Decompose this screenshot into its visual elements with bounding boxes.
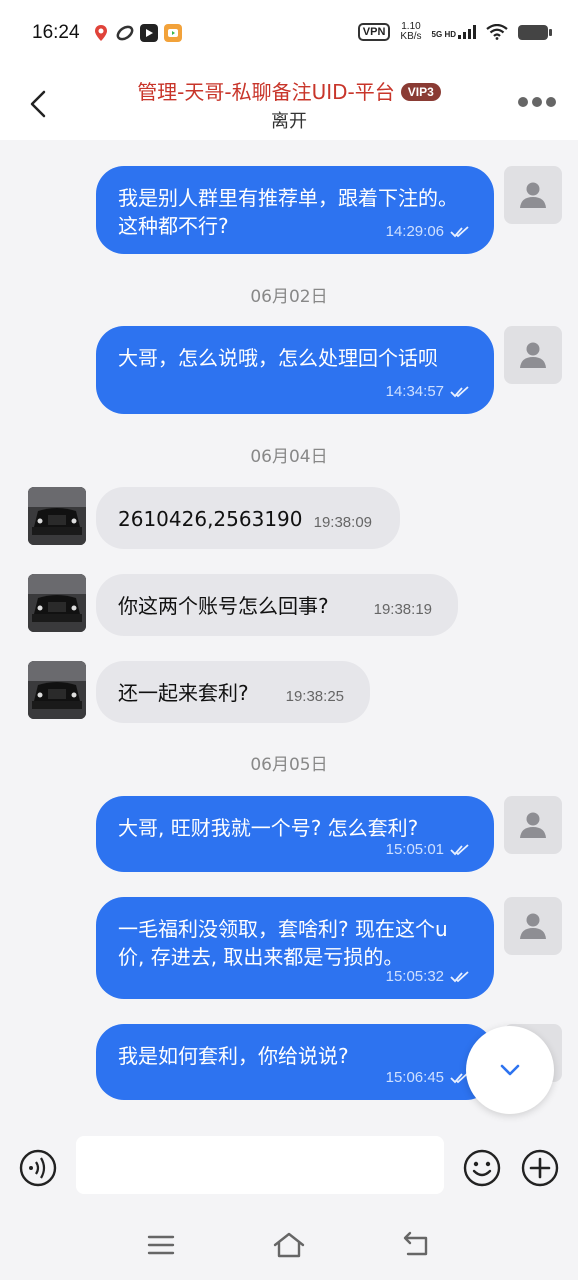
person-icon <box>520 342 546 368</box>
outgoing-message[interactable]: 我是如何套利，你给说说? 15:06:45 <box>96 1024 494 1100</box>
car-photo-icon <box>28 487 86 545</box>
outgoing-message[interactable]: 大哥，怎么说哦，怎么处理回个话呗 14:34:57 <box>96 326 494 414</box>
home-icon <box>273 1232 305 1258</box>
person-icon <box>520 913 546 939</box>
attach-button[interactable] <box>520 1148 560 1188</box>
message-text: 2610426,2563190 <box>118 507 303 531</box>
contact-avatar[interactable] <box>28 661 86 719</box>
wifi-icon <box>486 24 508 40</box>
presence-status: 离开 <box>271 111 307 132</box>
menu-icon <box>147 1235 175 1255</box>
play-app-icon <box>140 24 158 42</box>
chat-title: 管理-天哥-私聊备注UID-平台 <box>137 80 395 104</box>
back-nav-button[interactable] <box>400 1230 436 1260</box>
smiley-icon <box>463 1149 501 1187</box>
double-check-icon <box>450 386 469 398</box>
message-timestamp: 15:05:01 <box>386 836 470 864</box>
date-separator: 06月04日 <box>250 447 328 467</box>
date-separator: 06月05日 <box>250 755 328 775</box>
netspeed-unit: KB/s <box>400 31 422 42</box>
outgoing-message[interactable]: 一毛福利没领取，套啥利? 现在这个u价, 存进去, 取出来都是亏损的。 15:0… <box>96 897 494 999</box>
time-text: 14:34:57 <box>385 383 444 400</box>
emoji-button[interactable] <box>462 1148 502 1188</box>
chat-header: 管理-天哥-私聊备注UID-平台 VIP3 离开 <box>0 62 578 140</box>
contact-avatar[interactable] <box>28 487 86 545</box>
double-check-icon <box>450 971 469 983</box>
message-timestamp: 19:38:25 <box>285 688 344 705</box>
person-icon <box>520 812 546 838</box>
message-timestamp: 15:06:45 <box>386 1064 470 1092</box>
status-app-icons <box>92 24 182 42</box>
vip-badge: VIP3 <box>400 83 441 101</box>
message-list[interactable]: 我是别人群里有推荐单，跟着下注的。这种都不行? 14:29:06 06月02日 … <box>0 140 578 1124</box>
message-text: 还一起来套利? <box>118 681 249 705</box>
dot-icon <box>546 97 556 107</box>
link-app-icon <box>116 24 134 42</box>
contact-avatar[interactable] <box>28 574 86 632</box>
date-separator: 06月02日 <box>250 287 328 307</box>
plus-circle-icon <box>521 1149 559 1187</box>
time-text: 15:06:45 <box>385 1069 444 1086</box>
incoming-message[interactable]: 还一起来套利? 19:38:25 <box>96 661 370 723</box>
car-photo-icon <box>28 574 86 632</box>
signal-icon: 5G HD <box>432 25 476 39</box>
user-avatar[interactable] <box>504 166 562 224</box>
chat-title-area[interactable]: 管理-天哥-私聊备注UID-平台 VIP3 离开 <box>0 76 578 133</box>
back-arrow-icon <box>403 1231 428 1256</box>
more-options-button[interactable] <box>518 96 556 108</box>
voice-icon <box>19 1149 57 1187</box>
message-text: 你这两个账号怎么回事? <box>118 594 329 618</box>
time-text: 14:29:06 <box>385 223 444 240</box>
signal-label: 5G HD <box>431 30 456 39</box>
double-check-icon <box>450 226 469 238</box>
status-time: 16:24 <box>32 22 80 43</box>
person-icon <box>520 182 546 208</box>
outgoing-message[interactable]: 大哥, 旺财我就一个号? 怎么套利? 15:05:01 <box>96 796 494 872</box>
time-text: 15:05:32 <box>385 968 444 985</box>
composer-bar <box>0 1124 578 1210</box>
time-text: 15:05:01 <box>385 841 444 858</box>
message-text: 大哥，怎么说哦，怎么处理回个话呗 <box>118 346 438 370</box>
home-button[interactable] <box>272 1230 308 1260</box>
double-check-icon <box>450 844 469 856</box>
scroll-to-bottom-button[interactable] <box>466 1026 554 1114</box>
user-avatar[interactable] <box>504 897 562 955</box>
message-timestamp: 19:38:09 <box>313 514 372 531</box>
car-photo-icon <box>28 661 86 719</box>
message-timestamp: 15:05:32 <box>386 963 470 991</box>
recent-apps-button[interactable] <box>146 1230 182 1260</box>
incoming-message[interactable]: 你这两个账号怎么回事? 19:38:19 <box>96 574 458 636</box>
message-timestamp: 19:38:19 <box>373 601 432 618</box>
vpn-indicator: VPN <box>357 23 391 41</box>
system-navigation-bar <box>0 1210 578 1280</box>
message-timestamp: 14:34:57 <box>386 378 470 406</box>
dot-icon <box>518 97 528 107</box>
incoming-message[interactable]: 2610426,2563190 19:38:09 <box>96 487 400 549</box>
user-avatar[interactable] <box>504 796 562 854</box>
battery-icon <box>518 24 552 40</box>
status-bar: 16:24 VPN 1.10 KB/s 5G HD <box>0 0 578 62</box>
dot-icon <box>532 97 542 107</box>
message-input[interactable] <box>76 1136 444 1194</box>
location-app-icon <box>92 24 110 42</box>
outgoing-message[interactable]: 我是别人群里有推荐单，跟着下注的。这种都不行? 14:29:06 <box>96 166 494 254</box>
network-speed: 1.10 KB/s <box>400 22 421 42</box>
status-right: VPN 1.10 KB/s 5G HD <box>357 22 552 42</box>
voice-input-button[interactable] <box>18 1148 58 1188</box>
chevron-down-icon <box>500 1064 520 1076</box>
user-avatar[interactable] <box>504 326 562 384</box>
video-app-icon <box>164 24 182 42</box>
message-timestamp: 14:29:06 <box>386 218 470 246</box>
